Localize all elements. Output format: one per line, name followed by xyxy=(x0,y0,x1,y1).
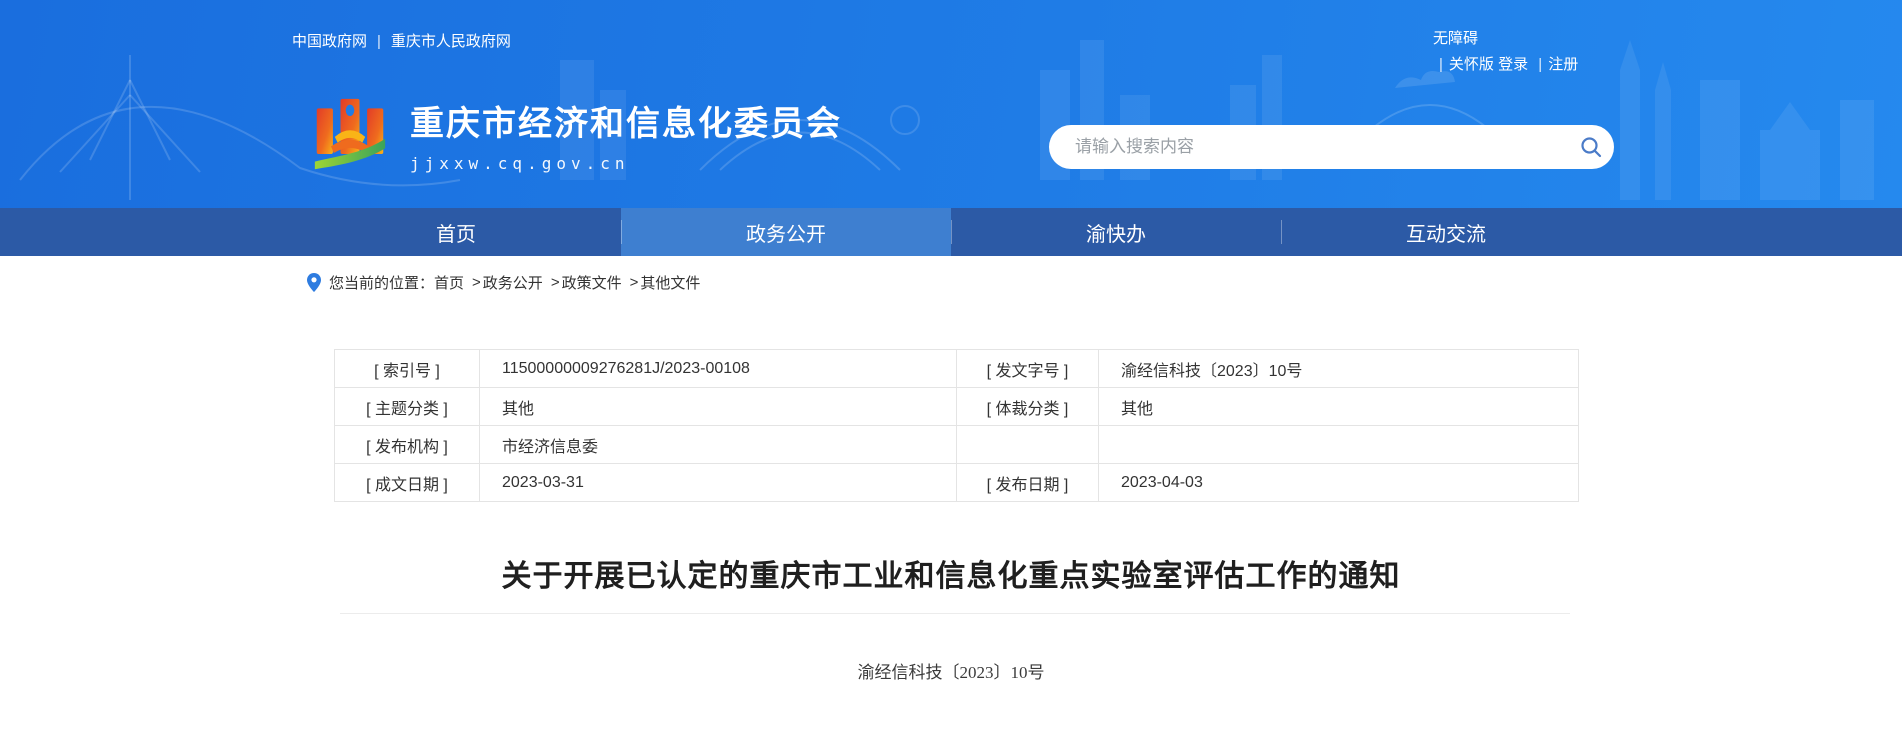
location-pin-icon xyxy=(307,273,321,292)
meta-label-doc-symbol: [ 发文字号 ] xyxy=(956,349,1099,388)
search-input[interactable] xyxy=(1049,137,1568,157)
nav-item-home[interactable]: 首页 xyxy=(291,208,621,256)
meta-label-index-number: [ 索引号 ] xyxy=(334,349,480,388)
top-utility-links: 无障碍 | 关怀版 登录 | 注册 xyxy=(1433,26,1611,78)
site-logo[interactable]: 重庆市经济和信息化委员会 jjxxw.cq.gov.cn xyxy=(312,93,842,177)
document-title: 关于开展已认定的重庆市工业和信息化重点实验室评估工作的通知 xyxy=(501,560,1401,593)
link-divider: | xyxy=(377,33,381,50)
breadcrumb-separator: > xyxy=(550,274,560,291)
page: 中国政府网 | 重庆市人民政府网 无障碍 | 关怀版 登录 | 注册 重庆市经济… xyxy=(0,0,1902,733)
site-domain: jjxxw.cq.gov.cn xyxy=(410,154,630,173)
link-divider: | xyxy=(1538,56,1543,73)
link-divider: | xyxy=(1439,56,1443,73)
meta-value-publish-date: 2023-04-03 xyxy=(1098,463,1579,502)
care-version-link[interactable]: 关怀版 xyxy=(1449,56,1494,73)
meta-label-subject-category: [ 主题分类 ] xyxy=(334,387,480,426)
login-link[interactable]: 登录 xyxy=(1498,56,1528,73)
meta-label-issuing-agency: [ 发布机构 ] xyxy=(334,425,480,464)
meta-label-written-date: [ 成文日期 ] xyxy=(334,463,480,502)
meta-value-subject-category: 其他 xyxy=(479,387,957,426)
breadcrumb: 您当前的位置： 首页 > 政务公开 > 政策文件 > 其他文件 xyxy=(307,272,700,293)
main-content: 您当前的位置： 首页 > 政务公开 > 政策文件 > 其他文件 [ 索引号 ] … xyxy=(0,256,1902,733)
document-meta-table: [ 索引号 ] 11500000009276281J/2023-00108 [ … xyxy=(334,349,1579,502)
nav-item-interaction[interactable]: 互动交流 xyxy=(1281,208,1611,256)
agency-emblem-icon xyxy=(314,98,386,170)
search-bar xyxy=(1049,125,1614,169)
accessibility-link[interactable]: 无障碍 xyxy=(1433,30,1478,47)
meta-label-genre-category: [ 体裁分类 ] xyxy=(956,387,1099,426)
table-row: [ 索引号 ] 11500000009276281J/2023-00108 [ … xyxy=(334,349,1579,388)
link-chongqing-gov[interactable]: 重庆市人民政府网 xyxy=(391,33,511,50)
breadcrumb-item-home[interactable]: 首页 xyxy=(434,272,464,293)
breadcrumb-item-disclosure[interactable]: 政务公开 xyxy=(483,272,543,293)
site-header: 中国政府网 | 重庆市人民政府网 无障碍 | 关怀版 登录 | 注册 重庆市经济… xyxy=(0,0,1902,208)
nav-item-government-disclosure[interactable]: 政务公开 xyxy=(621,208,951,256)
register-link[interactable]: 注册 xyxy=(1548,56,1578,73)
table-row: [ 成文日期 ] 2023-03-31 [ 发布日期 ] 2023-04-03 xyxy=(334,463,1579,502)
meta-value-empty xyxy=(1098,425,1579,464)
table-row: [ 主题分类 ] 其他 [ 体裁分类 ] 其他 xyxy=(334,387,1579,426)
breadcrumb-separator: > xyxy=(629,274,639,291)
nav-item-yukuaiban[interactable]: 渝快办 xyxy=(951,208,1281,256)
breadcrumb-separator: > xyxy=(472,274,481,291)
breadcrumb-item-other-files[interactable]: 其他文件 xyxy=(640,272,700,293)
meta-value-written-date: 2023-03-31 xyxy=(479,463,957,502)
main-navigation: 首页 政务公开 渝快办 互动交流 xyxy=(0,208,1902,256)
search-icon xyxy=(1581,137,1602,158)
search-button[interactable] xyxy=(1568,125,1614,169)
site-name: 重庆市经济和信息化委员会 xyxy=(410,105,842,143)
site-title-block: 重庆市经济和信息化委员会 jjxxw.cq.gov.cn xyxy=(410,93,842,177)
meta-value-issuing-agency: 市经济信息委 xyxy=(479,425,957,464)
title-divider xyxy=(340,613,1570,614)
table-row: [ 发布机构 ] 市经济信息委 xyxy=(334,425,1579,464)
meta-label-empty xyxy=(956,425,1099,464)
meta-value-index-number: 11500000009276281J/2023-00108 xyxy=(479,349,957,388)
meta-label-publish-date: [ 发布日期 ] xyxy=(956,463,1099,502)
meta-value-doc-symbol: 渝经信科技〔2023〕10号 xyxy=(1098,349,1579,388)
breadcrumb-label: 您当前的位置： xyxy=(329,275,435,292)
breadcrumb-item-policy-files[interactable]: 政策文件 xyxy=(562,272,622,293)
link-china-gov[interactable]: 中国政府网 xyxy=(292,33,367,50)
document-number: 渝经信科技〔2023〕10号 xyxy=(857,663,1045,682)
top-gov-links: 中国政府网 | 重庆市人民政府网 xyxy=(292,30,511,51)
meta-value-genre-category: 其他 xyxy=(1098,387,1579,426)
